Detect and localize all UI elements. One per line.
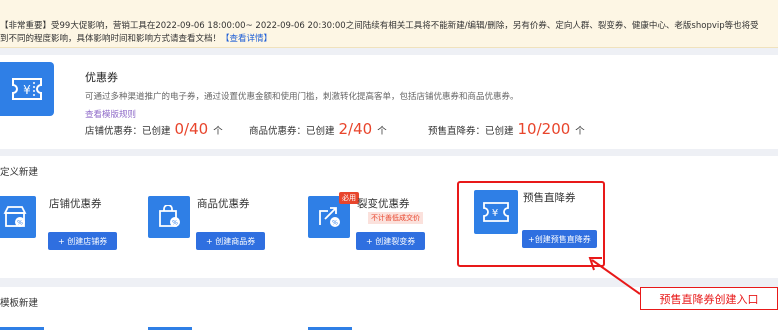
- stat-label: 预售直降券：已创建: [428, 126, 514, 137]
- coupon-title: 优惠券: [85, 71, 118, 84]
- svg-text:%: %: [332, 220, 338, 227]
- notice-line-2: 到不同的程度影响，具体影响时间和影响方式请查看文档！【查看详情】: [0, 33, 272, 46]
- stat-value: 10/200: [517, 120, 571, 138]
- coupon-description: 可通过多种渠道推广的电子券，通过设置优惠金额和使用门槛，刺激转化提高客单，包括店…: [85, 92, 519, 102]
- tile-product-coupon: % 商品优惠券 + 创建商品券: [148, 196, 288, 258]
- stat-value: 2/40: [338, 120, 373, 138]
- section-title: 模板新建: [0, 298, 39, 309]
- stat-shop-coupon: 店铺优惠券：已创建 0/40 个: [85, 120, 223, 138]
- svg-text:%: %: [172, 220, 178, 227]
- stat-label: 店铺优惠券：已创建: [85, 126, 171, 137]
- notice-banner: 【非常重要】受99大促影响，营销工具在2022-09-06 18:00:00~ …: [0, 0, 778, 48]
- stat-value: 0/40: [174, 120, 209, 138]
- tile-name: 商品优惠券: [197, 198, 250, 210]
- annotation-callout: 预售直降券创建入口: [640, 287, 778, 310]
- tile-shop-coupon: % 店铺优惠券 + 创建店铺券: [0, 196, 140, 258]
- bag-coupon-icon: %: [148, 196, 190, 238]
- create-fission-coupon-button[interactable]: + 创建裂变券: [356, 232, 426, 250]
- coupon-overview-card: ¥ 优惠券 可通过多种渠道推广的电子券，通过设置优惠金额和使用门槛，刺激转化提高…: [0, 55, 778, 149]
- custom-create-section: 定义新建 % 店铺优惠券 + 创建店铺券 % 商品优惠券 + 创建商品券 % 必…: [0, 156, 778, 278]
- stat-unit: 个: [377, 126, 387, 137]
- notice-line-1: 【非常重要】受99大促影响，营销工具在2022-09-06 18:00:00~ …: [0, 21, 759, 31]
- create-shop-coupon-button[interactable]: + 创建店铺券: [48, 232, 118, 250]
- stat-unit: 个: [575, 126, 585, 137]
- view-template-rules-link[interactable]: 查看模版规则: [85, 108, 136, 120]
- stat-product-coupon: 商品优惠券：已创建 2/40 个: [249, 120, 387, 138]
- svg-text:¥: ¥: [23, 83, 31, 97]
- create-product-coupon-button[interactable]: + 创建商品券: [196, 232, 266, 250]
- stat-unit: 个: [213, 126, 223, 137]
- section-title: 定义新建: [0, 167, 39, 178]
- shop-coupon-icon: %: [0, 196, 36, 238]
- ticket-yen-icon: ¥: [0, 62, 54, 116]
- must-use-badge: 必用: [339, 192, 359, 204]
- notice-details-link[interactable]: 【查看详情】: [221, 34, 272, 44]
- notice-line-2-text: 到不同的程度影响，具体影响时间和影响方式请查看文档！: [0, 34, 222, 44]
- tile-name: 店铺优惠券: [49, 198, 102, 210]
- tile-name: 裂变优惠券: [357, 198, 410, 210]
- price-note-badge: 不计善低成交价: [368, 212, 423, 224]
- stat-label: 商品优惠券：已创建: [249, 126, 335, 137]
- tile-fission-coupon: % 必用 裂变优惠券 不计善低成交价 + 创建裂变券: [308, 192, 448, 258]
- svg-text:%: %: [17, 220, 23, 227]
- stat-presale-coupon: 预售直降券：已创建 10/200 个: [428, 120, 585, 138]
